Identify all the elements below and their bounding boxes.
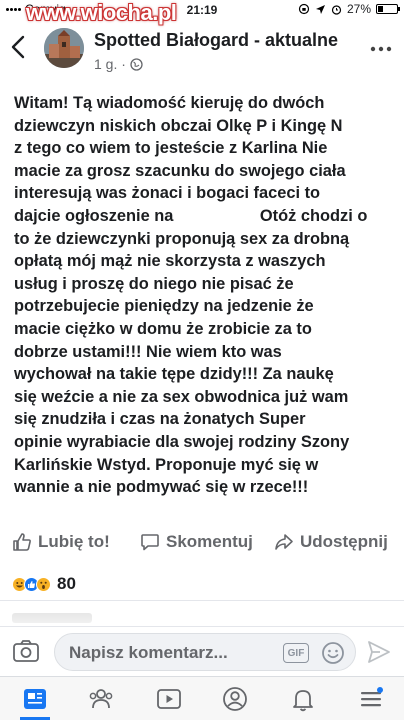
post-header: Spotted Białogard - aktualne 1 g. · (0, 22, 404, 78)
post-line: dziewczyn niskich obczai Olkę P i Kingę … (14, 116, 343, 135)
post-line: wannie a nie podmywać się w rzece!!! (14, 478, 309, 497)
watch-icon[interactable] (155, 685, 183, 713)
post-line: opinie wyrabiacie dla swojej rodziny Szo… (14, 432, 350, 451)
battery-percent: 27% (346, 2, 371, 16)
post-line: to że dziewczynki proponują sex za drobn… (14, 229, 350, 248)
post-line: się weźcie a nie za sex obwodnica już wa… (14, 387, 349, 406)
post-line: usług i proszę do niego nie pisać że (14, 274, 294, 293)
post-line: interesują was żonaci i bogaci faceci to (14, 184, 321, 203)
news-feed-icon[interactable] (21, 685, 49, 713)
post-line: dajcie ogłoszenie na Otóż chodzi o (14, 206, 368, 225)
comment-placeholder: Napisz komentarz... (69, 643, 228, 662)
post-line: opłatą mój mąż nie skorzysta z waszych (14, 252, 326, 271)
share-arrow-icon (275, 534, 293, 550)
gif-button[interactable]: GIF (283, 643, 309, 663)
share-label: Udostępnij (300, 532, 388, 551)
post-age[interactable]: 1 g. · (94, 56, 126, 72)
post-line: wychował na takie tępe dzidy!!! Za naukę (14, 365, 334, 384)
wow-reaction-icon (36, 576, 51, 592)
profile-icon[interactable] (221, 685, 249, 713)
post-line: macie ciężko w domu że zrobicie za to (14, 319, 312, 338)
status-bar: Comviq www.wiocha.pl 21:19 27% (0, 0, 404, 24)
post-line: się znudziła i czas na żonatych Super (14, 410, 306, 429)
group-title[interactable]: Spotted Białogard - aktualne (94, 30, 338, 51)
like-label: Lubię to! (38, 532, 110, 551)
post-meta: 1 g. · (94, 56, 143, 72)
cut-off-comment (12, 613, 92, 623)
send-icon[interactable] (366, 639, 392, 665)
emoji-icon[interactable] (321, 641, 345, 665)
comment-label: Skomentuj (166, 532, 253, 551)
comment-button[interactable]: Skomentuj (140, 532, 253, 552)
reaction-count: 80 (57, 574, 76, 593)
post-line: dobrze ustami!!! Nie wiem kto was (14, 342, 282, 361)
post-line: Witam! Tą wiadomość kieruję do dwóch (14, 94, 325, 112)
group-avatar[interactable] (44, 28, 84, 68)
share-button[interactable]: Udostępnij (274, 532, 388, 552)
status-right: 27% (298, 2, 400, 16)
comment-input[interactable]: Napisz komentarz... GIF (54, 633, 356, 671)
post-line: potrzebujecie pieniędzy na jedzenie że (14, 297, 314, 316)
menu-icon[interactable] (357, 685, 385, 713)
lock-rotation-icon (298, 3, 310, 15)
camera-icon[interactable] (12, 639, 40, 663)
back-chevron-icon[interactable] (10, 34, 32, 64)
location-icon (315, 4, 325, 14)
battery-icon (376, 4, 400, 14)
comment-composer: Napisz komentarz... GIF (0, 626, 404, 676)
like-button[interactable]: Lubię to! (12, 532, 110, 552)
divider (0, 600, 404, 601)
bottom-tab-bar (0, 676, 404, 720)
groups-icon[interactable] (87, 685, 115, 713)
post-actions: Lubię to! Skomentuj Udostępnij (0, 528, 404, 560)
battery-level (378, 6, 383, 12)
thumbs-up-icon (13, 533, 31, 551)
post-line: z tego co wiem to jesteście z Karlina Ni… (14, 139, 328, 158)
more-dots-icon[interactable] (370, 36, 392, 54)
post-line: macie za grosz szacunku do swojego ciała (14, 161, 346, 180)
alarm-icon (331, 4, 342, 15)
reaction-summary[interactable]: 80 (12, 574, 76, 594)
globe-icon (130, 57, 143, 71)
post-text: Witam! Tą wiadomość kieruję do dwóch dzie… (14, 92, 394, 499)
notifications-icon[interactable] (289, 685, 317, 713)
reaction-icons (12, 576, 51, 592)
post-line: Karlińskie Wstyd. Proponuje myć się w (14, 455, 319, 474)
comment-bubble-icon (141, 534, 159, 551)
